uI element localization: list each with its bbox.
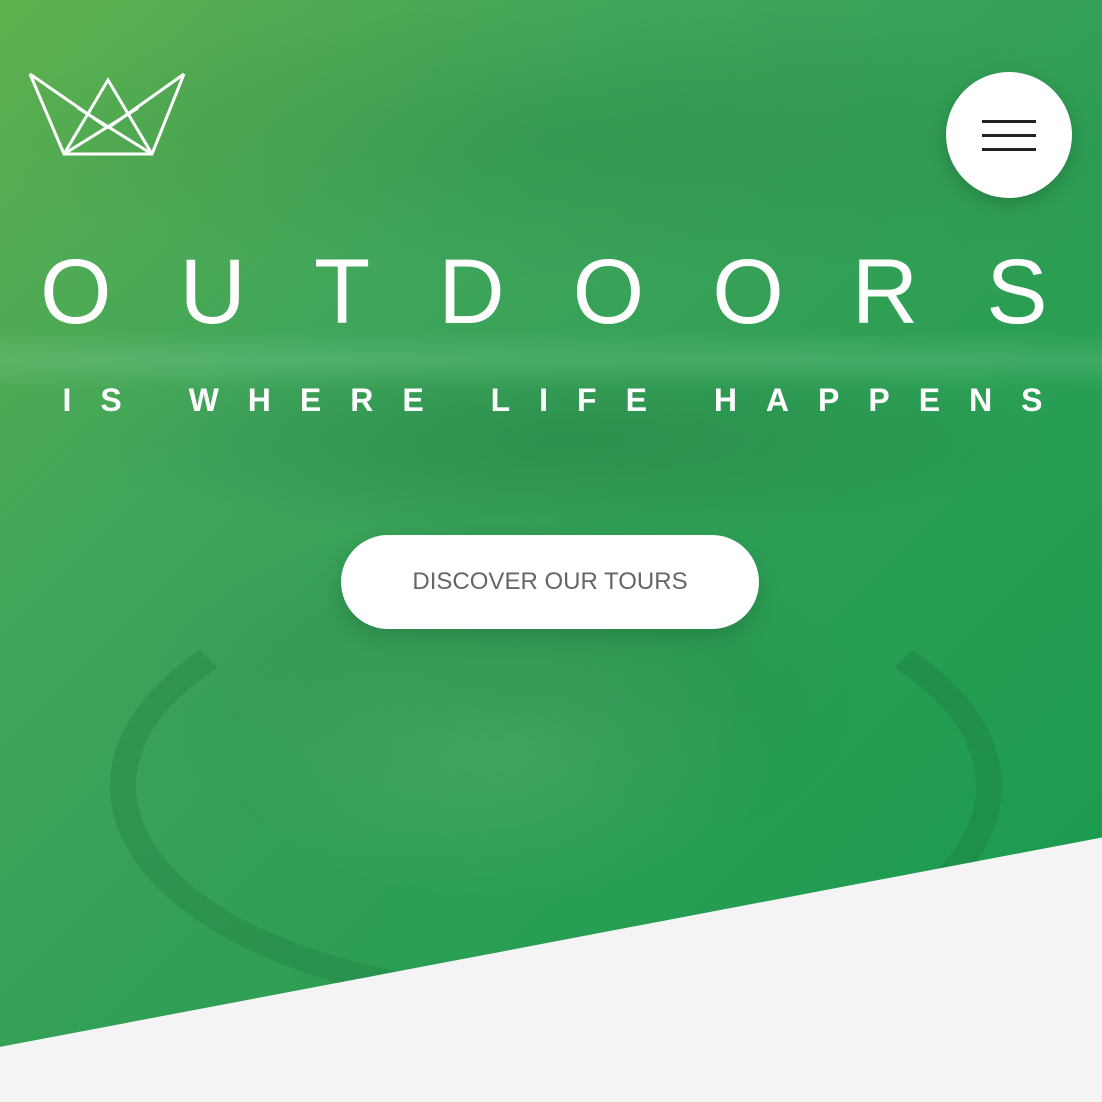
hero-subtitle: IS WHERE LIFE HAPPENS [62,382,1072,418]
discover-tours-button[interactable]: DISCOVER OUR TOURS [341,535,759,629]
crown-logo-icon[interactable] [28,70,186,158]
menu-button[interactable] [946,72,1072,198]
hero-title: OUTDOORS [40,241,1102,343]
page: OUTDOORS IS WHERE LIFE HAPPENS DISCOVER … [0,0,1102,1102]
